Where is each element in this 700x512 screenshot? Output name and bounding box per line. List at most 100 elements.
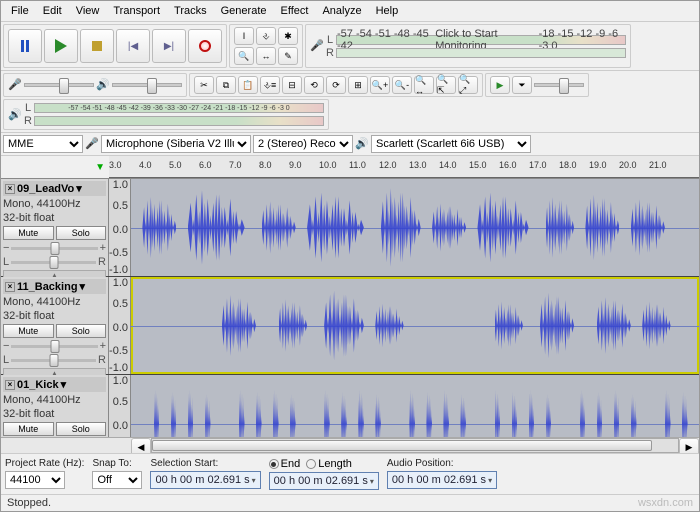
cut-button[interactable]: ✂ [194,76,214,94]
menu-edit[interactable]: Edit [37,3,68,19]
menu-help[interactable]: Help [370,3,405,19]
menu-transport[interactable]: Transport [107,3,166,19]
multi-tool[interactable]: ✎ [278,47,298,65]
vertical-scale[interactable]: 1.00.50.0-0.5-1.0 [109,179,131,276]
pinned-play-head-icon[interactable]: ▼ [95,162,105,173]
meter-L: L [326,34,334,46]
vertical-scale[interactable]: 1.00.50.0-0.5-1.0 [109,277,131,374]
menu-tracks[interactable]: Tracks [168,3,213,19]
undo-button[interactable]: ⟲ [304,76,324,94]
speaker-icon: 🔊 [355,137,369,151]
audio-position-time[interactable]: 00 h 00 m 02.691 s▾ [387,471,497,489]
track-name[interactable]: 01_Kick [17,379,59,391]
pan-slider[interactable] [11,359,96,362]
skip-end-button[interactable] [152,29,186,63]
track-format: Mono, 44100Hz [3,198,106,210]
solo-button[interactable]: Solo [56,422,107,436]
length-radio[interactable]: Length [306,458,352,470]
waveform-canvas[interactable] [131,375,699,437]
pan-slider[interactable] [11,261,96,264]
selection-bar: Project Rate (Hz): 44100 Snap To: Off Se… [1,453,699,494]
track-format: Mono, 44100Hz [3,394,106,406]
status-text: Stopped. [7,497,51,509]
fit-selection-button[interactable]: 🔍↔ [414,76,434,94]
menu-file[interactable]: File [5,3,35,19]
timeline-ruler[interactable]: 3.04.05.06.07.08.09.010.011.012.013.014.… [109,156,699,178]
envelope-tool[interactable]: ⎀ [256,27,276,45]
track-close-button[interactable]: × [5,380,15,390]
project-rate-label: Project Rate (Hz): [5,458,84,469]
selection-end-time[interactable]: 00 h 00 m 02.691 s▾ [269,472,379,490]
play-meter-bar-R[interactable] [34,116,324,126]
draw-tool[interactable]: ✱ [278,27,298,45]
mute-button[interactable]: Mute [3,226,54,240]
track-panel[interactable]: ×09_LeadVo▾ Mono, 44100Hz 32-bit float M… [1,179,109,276]
snap-to-select[interactable]: Off [92,471,142,489]
vertical-scale[interactable]: 1.00.50.0-0.5-1.0 [109,375,131,437]
horizontal-scrollbar[interactable]: ◀ ▶ [1,437,699,453]
sync-lock-button[interactable]: ⊞ [348,76,368,94]
track-close-button[interactable]: × [5,282,15,292]
fit-project-button[interactable]: 🔍⇱ [436,76,456,94]
timeline-ruler-row: ▼ 3.04.05.06.07.08.09.010.011.012.013.01… [1,156,699,179]
mute-button[interactable]: Mute [3,422,54,436]
end-radio[interactable]: End [269,458,301,470]
recording-device-select[interactable]: Microphone (Siberia V2 Illu [101,135,251,153]
rec-meter-scale-L[interactable]: -57 -54 -51 -48 -45 -42Click to Start Mo… [336,35,626,45]
recording-channels-select[interactable]: 2 (Stereo) Recor [253,135,353,153]
track-menu-icon[interactable]: ▾ [76,182,82,195]
mute-button[interactable]: Mute [3,324,54,338]
zoom-toggle-button[interactable]: 🔍⤢ [458,76,478,94]
play-speed-slider[interactable] [534,83,584,87]
menu-view[interactable]: View [70,3,106,19]
playback-meter[interactable]: 🔊 L -57 -54 -51 -48 -45 -42 -39 -36 -33 … [3,99,329,130]
track-0: ×09_LeadVo▾ Mono, 44100Hz 32-bit float M… [1,179,699,277]
trim-button[interactable]: ⎀≡ [260,76,280,94]
scroll-thumb[interactable] [152,440,652,451]
record-button[interactable] [188,29,222,63]
selection-tool[interactable]: I [234,27,254,45]
project-rate-select[interactable]: 44100 [5,471,65,489]
play-at-speed-button[interactable]: ▶ [490,76,510,94]
track-panel[interactable]: ×01_Kick▾ Mono, 44100Hz 32-bit float Mut… [1,375,109,437]
recording-volume-slider[interactable] [24,83,94,87]
selection-start-time[interactable]: 00 h 00 m 02.691 s▾ [150,471,260,489]
zoom-out-button[interactable]: 🔍- [392,76,412,94]
waveform-canvas[interactable] [131,179,699,276]
silence-button[interactable]: ⊟ [282,76,302,94]
tools-toolbar: I ⎀ ✱ 🔍 ↔ ✎ [229,24,303,68]
track-menu-icon[interactable]: ▾ [80,280,86,293]
track-name[interactable]: 11_Backing [17,281,78,293]
track-wave: 1.00.50.0-0.5-1.0 [109,277,699,374]
play-speed-menu[interactable]: ⏷ [512,76,532,94]
copy-button[interactable]: ⧉ [216,76,236,94]
pause-button[interactable] [8,29,42,63]
playback-volume-slider[interactable] [112,83,182,87]
track-panel[interactable]: ×11_Backing▾ Mono, 44100Hz 32-bit float … [1,277,109,374]
gain-slider[interactable] [11,247,97,250]
paste-button[interactable]: 📋 [238,76,258,94]
skip-start-button[interactable] [116,29,150,63]
zoom-in-button[interactable]: 🔍+ [370,76,390,94]
solo-button[interactable]: Solo [56,324,107,338]
zoom-tool[interactable]: 🔍 [234,47,254,65]
waveform-canvas[interactable] [131,277,699,374]
solo-button[interactable]: Solo [56,226,107,240]
playback-device-select[interactable]: Scarlett (Scarlett 6i6 USB) [371,135,531,153]
menu-generate[interactable]: Generate [215,3,273,19]
timeshift-tool[interactable]: ↔ [256,47,276,65]
track-close-button[interactable]: × [5,184,15,194]
record-meter[interactable]: 🎤 L -57 -54 -51 -48 -45 -42Click to Star… [305,24,631,68]
track-menu-icon[interactable]: ▾ [61,378,67,391]
track-bitdepth: 32-bit float [3,310,106,322]
gain-slider[interactable] [11,345,97,348]
play-button[interactable] [44,29,78,63]
stop-button[interactable] [80,29,114,63]
host-api-select[interactable]: MME [3,135,83,153]
menu-effect[interactable]: Effect [275,3,315,19]
redo-button[interactable]: ⟳ [326,76,346,94]
track-name[interactable]: 09_LeadVo [17,183,74,195]
rec-meter-bar-R[interactable] [336,48,626,58]
menu-analyze[interactable]: Analyze [316,3,367,19]
play-meter-bar-L[interactable]: -57 -54 -51 -48 -45 -42 -39 -36 -33 -30 … [34,103,324,113]
